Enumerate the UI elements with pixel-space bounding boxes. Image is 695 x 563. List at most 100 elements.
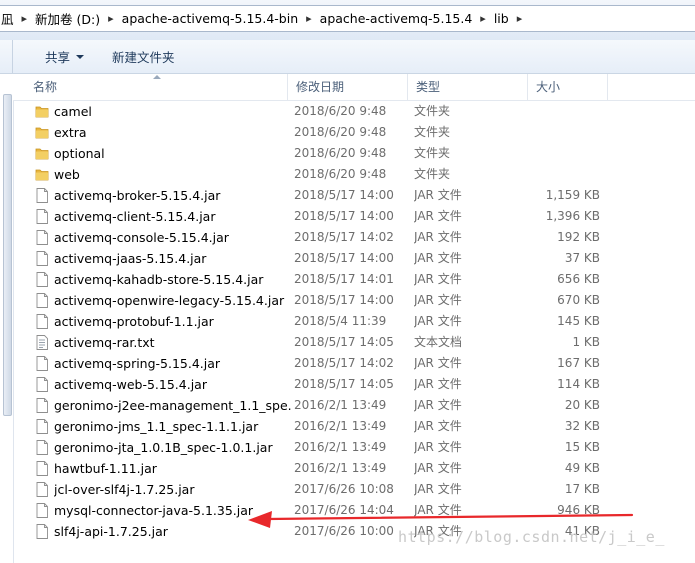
file-row[interactable]: jcl-over-slf4j-1.7.25.jar 2017/6/26 10:08… [13,479,695,500]
file-size: 656 KB [557,272,600,286]
file-icon [35,398,49,413]
file-row[interactable]: activemq-console-5.15.4.jar 2018/5/17 14:… [13,227,695,248]
file-type: JAR 文件 [414,230,462,244]
file-type: 文件夹 [414,167,451,181]
file-modified-date: 2018/5/17 14:00 [294,293,394,307]
file-name: geronimo-j2ee-management_1.1_spe... [54,398,292,413]
file-modified-date: 2018/5/17 14:02 [294,230,394,244]
file-modified-date: 2016/2/1 13:49 [294,419,387,433]
file-row[interactable]: activemq-kahadb-store-5.15.4.jar 2018/5/1… [13,269,695,290]
file-type: JAR 文件 [414,440,462,454]
file-row[interactable]: hawtbuf-1.11.jar 2016/2/1 13:49 JAR 文件 49 K… [13,458,695,479]
file-size: 17 KB [564,482,600,496]
file-icon [35,209,49,224]
new-folder-button[interactable]: 新建文件夹 [102,40,185,73]
breadcrumb-separator-icon[interactable]: ▸ [474,12,492,25]
share-label: 共享 [45,50,71,65]
file-modified-date: 2016/2/1 13:49 [294,461,387,475]
file-type: JAR 文件 [414,377,462,391]
file-modified-date: 2017/6/26 14:04 [294,503,394,517]
file-row[interactable]: optional 2018/6/20 9:48 文件夹 [13,143,695,164]
file-type: JAR 文件 [414,251,462,265]
file-modified-date: 2018/6/20 9:48 [294,167,387,181]
file-icon [35,377,49,392]
file-row[interactable]: activemq-rar.txt 2018/5/17 14:05 文本文档 1 KB [13,332,695,353]
command-toolbar: 共享 新建文件夹 [0,40,695,74]
file-modified-date: 2018/5/17 14:05 [294,335,394,349]
file-row[interactable]: activemq-jaas-5.15.4.jar 2018/5/17 14:00 J… [13,248,695,269]
file-name: activemq-web-5.15.4.jar [54,377,207,392]
file-name: activemq-kahadb-store-5.15.4.jar [54,272,264,287]
chevron-down-icon [76,54,85,59]
watermark-text: https://blog.csdn.net/j_i_e_ [398,528,665,546]
file-type: JAR 文件 [414,293,462,307]
file-row[interactable]: geronimo-jms_1.1_spec-1.1.1.jar 2016/2/1 … [13,416,695,437]
column-header-name[interactable]: 名称 [25,74,288,100]
file-icon [35,230,49,245]
breadcrumb-item-activemq-folder[interactable]: apache-activemq-5.15.4 [318,11,475,26]
breadcrumb-item-computer[interactable]: 凪 [0,9,16,28]
file-name: activemq-openwire-legacy-5.15.4.jar [54,293,285,308]
file-row[interactable]: activemq-broker-5.15.4.jar 2018/5/17 14:0… [13,185,695,206]
new-folder-label: 新建文件夹 [112,50,175,65]
breadcrumb[interactable]: 凪 ▸ 新加卷 (D:) ▸ apache-activemq-5.15.4-bi… [0,5,695,32]
file-icon [35,503,49,518]
file-type: JAR 文件 [414,398,462,412]
file-size: 37 KB [564,251,600,265]
file-size: 145 KB [557,314,600,328]
file-size: 167 KB [557,356,600,370]
breadcrumb-separator-icon[interactable]: ▸ [511,12,529,25]
column-header-type[interactable]: 类型 [408,74,528,100]
file-row[interactable]: geronimo-j2ee-management_1.1_spe... 2016/… [13,395,695,416]
file-icon [35,272,49,287]
file-type: JAR 文件 [414,356,462,370]
file-row[interactable]: activemq-protobuf-1.1.jar 2018/5/4 11:39 J… [13,311,695,332]
file-row[interactable]: activemq-client-5.15.4.jar 2018/5/17 14:0… [13,206,695,227]
file-name: geronimo-jta_1.0.1B_spec-1.0.1.jar [54,440,273,455]
toolbar-organize-stub[interactable] [0,40,13,73]
file-modified-date: 2018/5/17 14:00 [294,251,394,265]
breadcrumb-item-drive[interactable]: 新加卷 (D:) [33,9,102,28]
file-type: JAR 文件 [414,482,462,496]
file-icon [35,419,49,434]
file-type: JAR 文件 [414,188,462,202]
file-modified-date: 2018/5/4 11:39 [294,314,387,328]
file-name: slf4j-api-1.7.25.jar [54,524,168,539]
file-name: activemq-broker-5.15.4.jar [54,188,221,203]
breadcrumb-separator-icon[interactable]: ▸ [16,12,34,25]
file-row[interactable]: extra 2018/6/20 9:48 文件夹 [13,122,695,143]
column-header-size[interactable]: 大小 [528,74,608,100]
file-name: web [54,167,80,182]
file-modified-date: 2018/5/17 14:01 [294,272,394,286]
file-size: 946 KB [557,503,600,517]
text-file-icon [35,335,49,350]
file-modified-date: 2016/2/1 13:49 [294,440,387,454]
file-row[interactable]: mysql-connector-java-5.1.35.jar 2017/6/26… [13,500,695,521]
file-icon [35,482,49,497]
file-type: JAR 文件 [414,503,462,517]
file-icon [35,524,49,539]
file-name: mysql-connector-java-5.1.35.jar [54,503,254,518]
file-size: 1,396 KB [545,209,600,223]
file-row[interactable]: activemq-web-5.15.4.jar 2018/5/17 14:05 JA… [13,374,695,395]
file-row[interactable]: web 2018/6/20 9:48 文件夹 [13,164,695,185]
file-icon [35,251,49,266]
navigation-scrollbar[interactable] [3,94,12,416]
column-header-modified[interactable]: 修改日期 [288,74,408,100]
file-modified-date: 2018/5/17 14:05 [294,377,394,391]
breadcrumb-item-lib-folder[interactable]: lib [492,11,511,26]
file-type: 文件夹 [414,104,451,118]
file-row[interactable]: activemq-openwire-legacy-5.15.4.jar 2018/… [13,290,695,311]
file-row[interactable]: camel 2018/6/20 9:48 文件夹 [13,101,695,122]
share-button[interactable]: 共享 [35,40,94,73]
breadcrumb-item-bin-folder[interactable]: apache-activemq-5.15.4-bin [120,11,300,26]
file-row[interactable]: geronimo-jta_1.0.1B_spec-1.0.1.jar 2016/2… [13,437,695,458]
file-modified-date: 2017/6/26 10:08 [294,482,394,496]
breadcrumb-separator-icon[interactable]: ▸ [300,12,318,25]
file-name: activemq-jaas-5.15.4.jar [54,251,207,266]
breadcrumb-separator-icon[interactable]: ▸ [102,12,120,25]
file-icon [35,293,49,308]
folder-icon [35,167,49,182]
file-row[interactable]: activemq-spring-5.15.4.jar 2018/5/17 14:0… [13,353,695,374]
file-name: hawtbuf-1.11.jar [54,461,157,476]
